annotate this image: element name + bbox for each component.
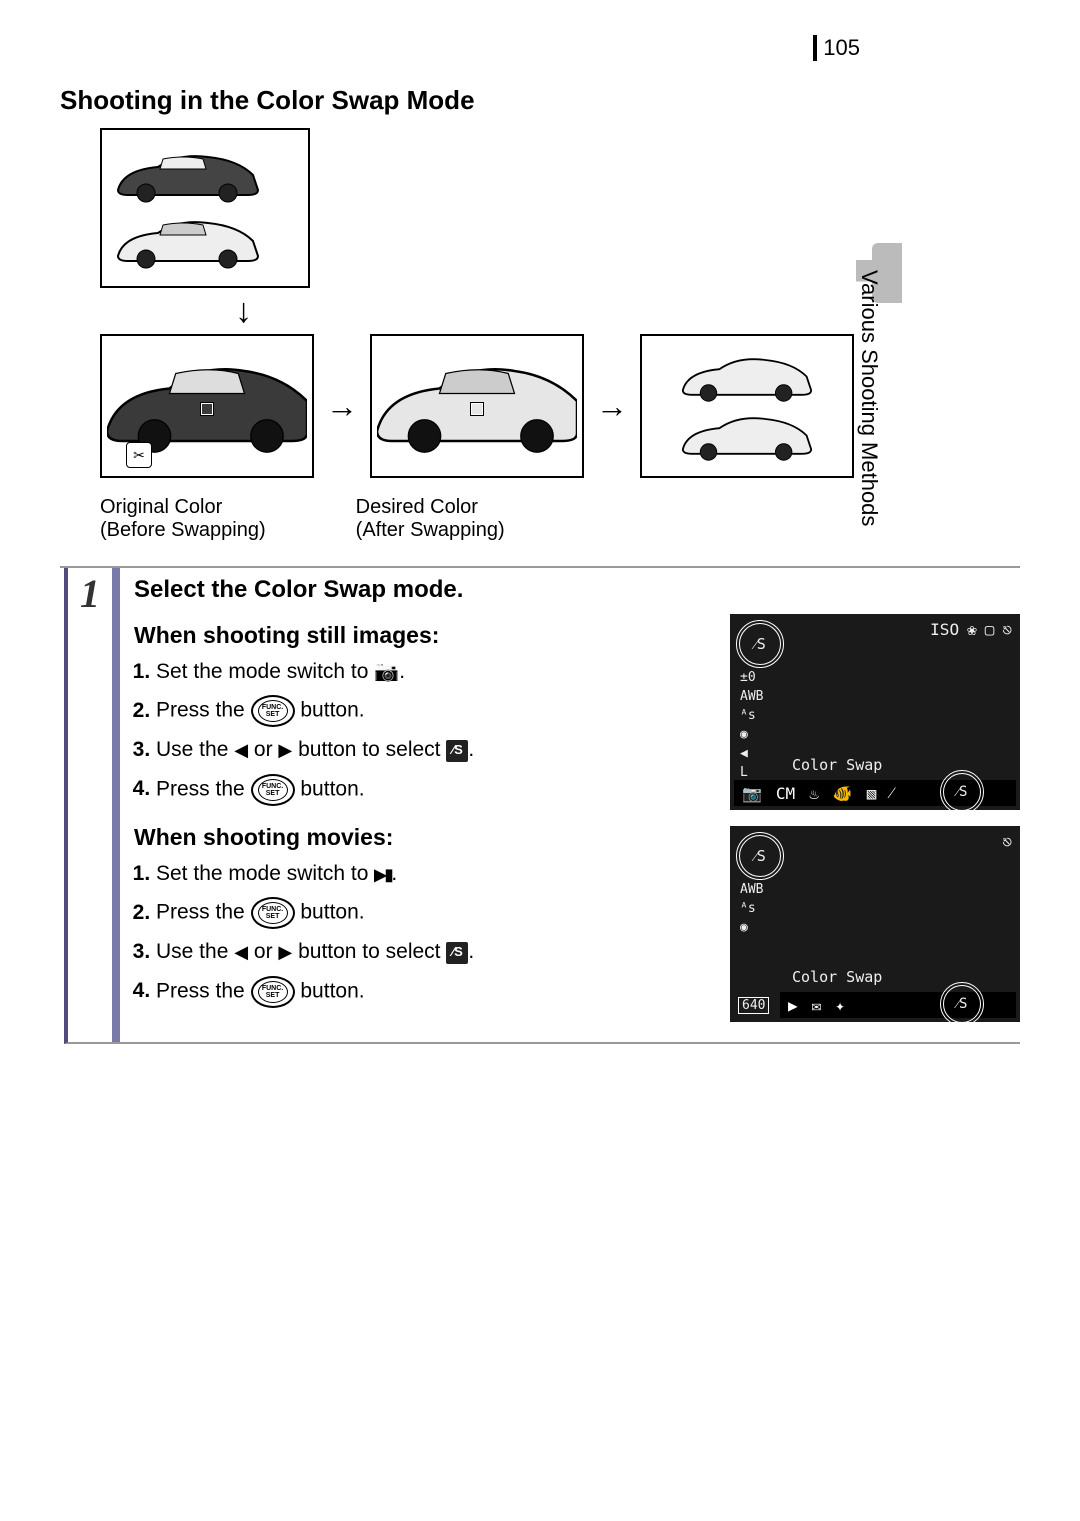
left-osd-stack: ±0AWBᴬs◉◀L [740, 670, 763, 780]
step-title: Select the Color Swap mode. [134, 576, 1020, 604]
arrow-right-icon [278, 738, 292, 761]
camera-screen-previews: ⁄S ±0AWBᴬs◉◀L ISO❀▢⎋ Color Swap 📷CM♨🐠▧⁄ … [730, 614, 1020, 1022]
mode-label: Color Swap [792, 968, 882, 986]
arrow-left-icon [234, 940, 248, 963]
arrow-right-icon: → [596, 388, 628, 425]
result-car-a-icon [662, 349, 832, 404]
step-number: 1 [68, 568, 112, 1042]
func-set-button-icon: FUNC.SET [251, 695, 295, 727]
camera-screen-movie: ⁄S AWBᴬs◉ 640 ⎋ Color Swap ▶✉✦ ⁄S [730, 826, 1020, 1022]
caption-original: Original Color (Before Swapping) [100, 496, 266, 542]
selected-mode-icon: ⁄S [940, 770, 984, 814]
page-number: 105 [813, 35, 860, 61]
arrow-right-icon [278, 940, 292, 963]
section-tab: Various Shooting Methods [856, 260, 892, 526]
selected-mode-icon: ⁄S [940, 982, 984, 1026]
sampler-cursor-icon [471, 403, 483, 415]
arrow-left-icon [234, 738, 248, 761]
caption-desired: Desired Color (After Swapping) [356, 496, 505, 542]
desired-color-box [370, 334, 584, 478]
arrow-right-icon: → [326, 388, 358, 425]
car-dark-icon [108, 145, 268, 205]
top-osd-icons: ISO❀▢⎋ [930, 620, 1012, 639]
section-heading: Shooting in the Color Swap Mode [60, 85, 1020, 116]
car-light-icon [108, 211, 268, 271]
movie-icon [374, 862, 391, 885]
mode-icon-circle: ⁄S [736, 832, 784, 880]
left-osd-stack: AWBᴬs◉ [740, 882, 763, 935]
original-color-box: ✂ [100, 334, 314, 478]
step-block-1: 1 Select the Color Swap mode. ⁄S ±0AWBᴬs… [64, 568, 1020, 1044]
arrow-down-icon: ↓ [235, 294, 1020, 328]
source-image-box [100, 128, 310, 288]
color-swap-mode-icon: ⁄S [446, 740, 468, 762]
color-swap-movie-mode-icon: ⁄S [446, 942, 468, 964]
result-box [640, 334, 854, 478]
top-osd-icons: ⎋ [1002, 832, 1012, 851]
func-set-button-icon: FUNC.SET [251, 976, 295, 1008]
mode-icon-circle: ⁄S [736, 620, 784, 668]
balloon-icon: ✂ [126, 442, 152, 468]
mode-label: Color Swap [792, 756, 882, 774]
camera-screen-still: ⁄S ±0AWBᴬs◉◀L ISO❀▢⎋ Color Swap 📷CM♨🐠▧⁄ … [730, 614, 1020, 810]
func-set-button-icon: FUNC.SET [251, 897, 295, 929]
result-car-b-icon [662, 408, 832, 463]
sampler-cursor-icon [201, 403, 213, 415]
resolution-badge: 640 [738, 997, 769, 1014]
func-set-button-icon: FUNC.SET [251, 774, 295, 806]
camera-icon [374, 660, 399, 683]
